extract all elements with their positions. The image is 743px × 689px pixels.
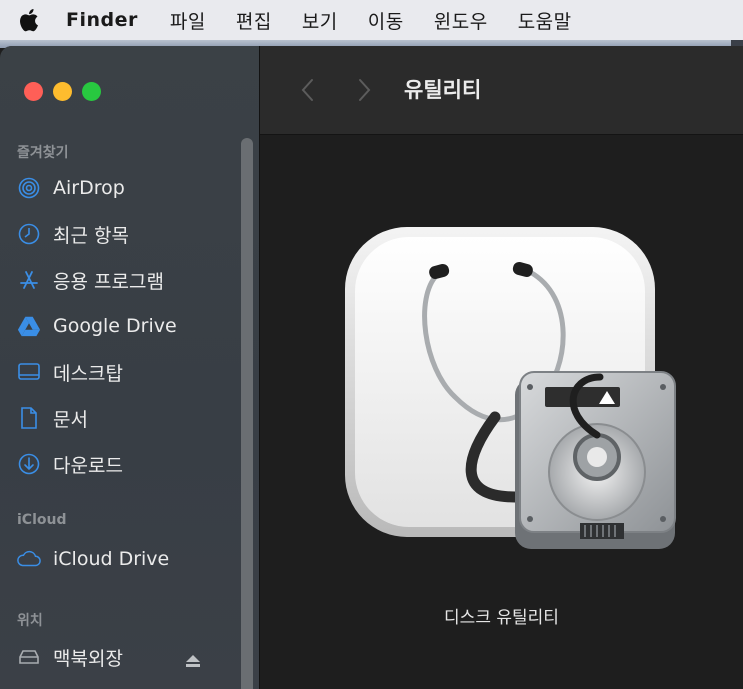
sidebar-item-airdrop[interactable]: AirDrop: [17, 173, 125, 203]
disk-utility-app-icon[interactable]: [345, 227, 683, 557]
zoom-button[interactable]: [82, 82, 101, 101]
sidebar-item-external-drive[interactable]: 맥북외장: [17, 642, 123, 672]
cloud-icon: [17, 547, 41, 571]
sidebar: 즐겨찾기 AirDrop 최근 항목 응용 프로그램 Google Drive …: [0, 46, 260, 689]
desktop-icon: [17, 360, 41, 384]
sidebar-scrollbar[interactable]: [241, 138, 253, 689]
eject-icon[interactable]: [185, 654, 201, 668]
sidebar-item-applications[interactable]: 응용 프로그램: [17, 265, 164, 295]
sidebar-item-label: 맥북외장: [53, 647, 123, 670]
toolbar: 유틸리티: [260, 46, 743, 135]
sidebar-item-documents[interactable]: 문서: [17, 403, 88, 433]
document-icon: [17, 406, 41, 430]
sidebar-item-recents[interactable]: 최근 항목: [17, 219, 129, 249]
forward-chevron-icon[interactable]: [358, 78, 372, 102]
menu-file[interactable]: 파일: [170, 7, 206, 34]
sidebar-item-label: 다운로드: [53, 454, 123, 477]
sidebar-item-label: 최근 항목: [53, 224, 129, 247]
applications-icon: [17, 268, 41, 292]
external-drive-icon: [17, 645, 41, 669]
sidebar-item-label: 데스크탑: [53, 362, 123, 385]
menu-bar: Finder 파일 편집 보기 이동 윈도우 도움말: [0, 0, 743, 41]
close-button[interactable]: [24, 82, 43, 101]
sidebar-item-label: AirDrop: [53, 177, 125, 199]
sidebar-item-downloads[interactable]: 다운로드: [17, 449, 123, 479]
menu-help[interactable]: 도움말: [518, 7, 572, 34]
section-icloud-title: iCloud: [17, 512, 67, 528]
menu-app-finder[interactable]: Finder: [66, 9, 138, 31]
file-item-label[interactable]: 디스크 유틸리티: [260, 603, 743, 628]
finder-window: 즐겨찾기 AirDrop 최근 항목 응용 프로그램 Google Drive …: [0, 46, 743, 689]
sidebar-item-desktop[interactable]: 데스크탑: [17, 357, 123, 387]
clock-icon: [17, 222, 41, 246]
window-title: 유틸리티: [404, 78, 482, 102]
apple-icon[interactable]: [16, 7, 40, 33]
menu-go[interactable]: 이동: [368, 7, 404, 34]
back-chevron-icon[interactable]: [300, 78, 314, 102]
sidebar-item-label: 문서: [53, 408, 88, 431]
sidebar-item-label: iCloud Drive: [53, 548, 170, 570]
window-controls: [24, 82, 101, 101]
sidebar-item-icloud-drive[interactable]: iCloud Drive: [17, 544, 169, 574]
menu-window[interactable]: 윈도우: [434, 7, 488, 34]
sidebar-item-label: Google Drive: [53, 315, 177, 337]
sidebar-item-label: 응용 프로그램: [53, 270, 164, 293]
airdrop-icon: [17, 176, 41, 200]
google-drive-icon: [17, 314, 41, 338]
file-view: 디스크 유틸리티: [260, 135, 743, 689]
section-favorites-title: 즐겨찾기: [17, 145, 69, 161]
menu-edit[interactable]: 편집: [236, 7, 272, 34]
minimize-button[interactable]: [53, 82, 72, 101]
menu-view[interactable]: 보기: [302, 7, 338, 34]
download-icon: [17, 452, 41, 476]
sidebar-item-google-drive[interactable]: Google Drive: [17, 311, 177, 341]
section-locations-title: 위치: [17, 613, 43, 629]
